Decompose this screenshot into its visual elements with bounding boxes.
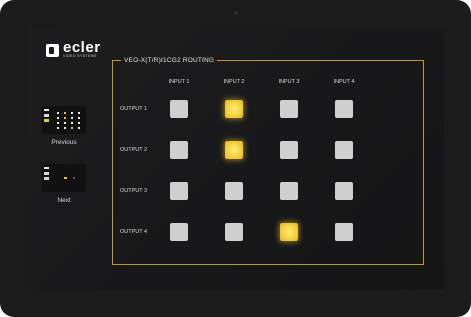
camera-dot [234, 11, 238, 15]
output-4-label: OUTPUT 4 [120, 229, 148, 235]
route-cell-out1-in3[interactable] [280, 100, 298, 118]
brand-tagline: VIDEO SYSTEMS [63, 54, 97, 58]
route-cell-out3-in4[interactable] [335, 182, 353, 200]
brand-name: ecler [63, 39, 101, 56]
previous-button[interactable]: Previous [42, 106, 86, 146]
output-2-label: OUTPUT 2 [120, 147, 148, 153]
route-cell-out1-in2[interactable] [225, 100, 243, 118]
input-1-label: INPUT 1 [168, 79, 190, 85]
route-cell-out2-in4[interactable] [335, 141, 353, 159]
route-cell-out3-in2[interactable] [225, 182, 243, 200]
previous-label: Previous [51, 139, 77, 146]
route-cell-out3-in3[interactable] [280, 182, 298, 200]
route-cell-out2-in3[interactable] [280, 141, 298, 159]
route-cell-out4-in2[interactable] [225, 223, 243, 241]
route-cell-out4-in4[interactable] [335, 223, 353, 241]
routing-panel: VEO-X(T/R)I1CG2 ROUTING INPUT 1 INPUT 2 … [112, 56, 424, 265]
next-button[interactable]: Next [42, 164, 86, 204]
touch-screen: ecler VIDEO SYSTEMS Previous Next VEO-X(… [28, 28, 444, 290]
input-4-label: INPUT 4 [333, 79, 355, 85]
routing-title: VEO-X(T/R)I1CG2 ROUTING [121, 56, 218, 65]
brand-logo: ecler VIDEO SYSTEMS [46, 39, 101, 59]
previous-thumbnail-icon [42, 106, 86, 134]
route-cell-out4-in3[interactable] [280, 223, 298, 241]
route-cell-out1-in4[interactable] [335, 100, 353, 118]
route-cell-out2-in2[interactable] [225, 141, 243, 159]
input-2-label: INPUT 2 [223, 79, 245, 85]
input-3-label: INPUT 3 [278, 79, 300, 85]
output-1-label: OUTPUT 1 [120, 106, 148, 112]
route-cell-out2-in1[interactable] [170, 141, 188, 159]
output-3-label: OUTPUT 3 [120, 188, 148, 194]
tablet-bezel: ecler VIDEO SYSTEMS Previous Next VEO-X(… [0, 0, 471, 317]
route-cell-out3-in1[interactable] [170, 182, 188, 200]
next-label: Next [57, 197, 71, 204]
route-cell-out4-in1[interactable] [170, 223, 188, 241]
next-thumbnail-icon [42, 164, 86, 192]
brand-logo-mark [46, 43, 59, 57]
route-cell-out1-in1[interactable] [170, 100, 188, 118]
